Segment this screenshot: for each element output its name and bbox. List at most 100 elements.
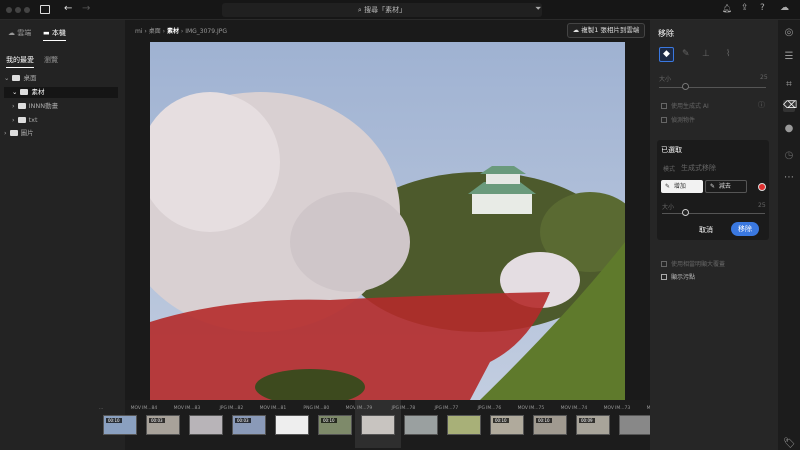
auto-icon[interactable]: ◎ (783, 27, 795, 39)
left-panel: ☁ 雲端 ▬ 本機 我的最愛 瀏覽 ⌄ 桌面 ⌄ 素材 › INNN動畫 › txt ›… (0, 20, 125, 450)
filmstrip-label: IM...82 MOV (228, 406, 270, 411)
video-duration: 00:03 (149, 418, 165, 423)
brush-icon: ✎ (710, 183, 717, 190)
heal-brush-icon[interactable]: ✎ (682, 49, 690, 59)
filmstrip-item[interactable]: IM...74 MOV 00:09 (570, 400, 616, 448)
filmstrip-item[interactable]: IM...82 MOV 00:03 (226, 400, 272, 448)
mode-value[interactable]: 生成式移除 (681, 163, 716, 173)
crumb-desktop[interactable]: 桌面 (149, 28, 161, 35)
generative-ai-checkbox[interactable]: 使用生成式 AI (661, 101, 709, 110)
tab-local[interactable]: ▬ 本機 (43, 28, 66, 41)
size-label: 大小 (659, 76, 672, 83)
thumbnail: 00:03 (232, 415, 266, 435)
remove-tool-icon[interactable]: ◆ (659, 47, 674, 62)
filter-icon[interactable]: ⏷ (535, 4, 541, 14)
thumbnail (404, 415, 438, 435)
mode-label: 模式 (663, 166, 676, 173)
checkbox (661, 261, 667, 267)
more-icon[interactable]: ⋯ (783, 172, 795, 184)
filmstrip-item[interactable]: IM...77 JPG (441, 400, 487, 448)
back-arrow-icon[interactable]: ← (64, 3, 72, 14)
tree-item-materials[interactable]: ⌄ 素材 (4, 87, 118, 98)
size-value: 25 (760, 74, 768, 81)
forward-arrow-icon[interactable]: → (82, 3, 90, 14)
filmstrip-item[interactable]: IM...76 MOV 00:10 (484, 400, 530, 448)
filmstrip-label: IM...79 JPG (357, 406, 399, 411)
thumbnail (189, 415, 223, 435)
detect-objects-checkbox[interactable]: 偵測物件 (661, 115, 695, 124)
filmstrip-label: IM...77 JPG (443, 406, 485, 411)
add-button[interactable]: ✎ 增加 (661, 180, 703, 193)
size-slider-handle[interactable] (682, 83, 689, 90)
edit-sliders-icon[interactable]: ☰ (783, 51, 795, 63)
filmstrip-item[interactable]: IM...75 MOV 00:10 (527, 400, 573, 448)
size-slider[interactable] (659, 87, 766, 88)
video-duration: 00:03 (235, 418, 251, 423)
bell-icon[interactable]: 🔔︎ (722, 4, 732, 13)
filmstrip-item[interactable]: IM...79 JPG (355, 400, 401, 448)
cancel-button[interactable]: 取消 (699, 225, 713, 235)
folder-icon (20, 89, 29, 95)
sidebar-toggle-icon[interactable] (40, 5, 50, 14)
filmstrip-label: ... MOV (99, 406, 141, 411)
tag-icon[interactable]: 🏷︎ (783, 438, 796, 450)
breadcrumb: mi › 桌面 › 素材 › IMG_3079.JPG (135, 28, 228, 35)
copy-to-cloud-button[interactable]: ☁ 複製1 張相片到雲端 (567, 23, 645, 38)
crumb-materials[interactable]: 素材 (167, 28, 179, 35)
crop-icon[interactable]: ⌗ (783, 79, 795, 91)
eraser-icon[interactable]: ⌫ (783, 100, 797, 112)
subtract-button[interactable]: ✎ 減去 (705, 180, 747, 193)
thumbnail: 00:10 (533, 415, 567, 435)
filmstrip-item[interactable]: IM...81 PNG (269, 400, 315, 448)
visualize-spots-icon[interactable]: ⌇ (726, 49, 730, 59)
filmstrip-label: IM...78 JPG (400, 406, 442, 411)
filmstrip-item[interactable]: IM...83 JPG (183, 400, 229, 448)
video-duration: 00:09 (579, 418, 595, 423)
tab-cloud[interactable]: ☁ 雲端 (8, 28, 31, 38)
tree-item-txt[interactable]: › txt (4, 115, 118, 126)
filmstrip-item[interactable]: IM...78 JPG (398, 400, 444, 448)
tool-strip: ◎ ☰ ⌗ ⌫ ● ◷ ⋯ 🏷︎ (778, 20, 800, 450)
brush-size-label: 大小 (662, 204, 675, 211)
crumb-user[interactable]: mi (135, 28, 143, 35)
filmstrip-label: IM...74 MOV (572, 406, 614, 411)
cloud-icon[interactable]: ☁ (780, 3, 789, 13)
brush-icon: ✎ (665, 183, 672, 190)
tree-item-desktop[interactable]: ⌄ 桌面 (4, 73, 118, 84)
history-icon[interactable]: ◷ (783, 150, 795, 162)
folder-icon: ▬ (43, 29, 50, 37)
thumbnail: 00:10 (318, 415, 352, 435)
brush-size-slider[interactable] (662, 213, 765, 214)
mask-color-swatch[interactable] (758, 183, 766, 191)
info-icon[interactable]: ⓘ (758, 100, 765, 110)
clone-stamp-icon[interactable]: ⊥ (702, 49, 710, 59)
tab-favorites[interactable]: 我的最愛 (6, 55, 34, 68)
masking-icon[interactable]: ● (783, 123, 795, 135)
close-window-button[interactable] (6, 7, 12, 13)
filmstrip-label: IM...84 MOV (142, 406, 184, 411)
tree-item-pictures[interactable]: › 圖片 (4, 128, 118, 139)
folder-icon (9, 130, 18, 136)
folder-icon (17, 117, 26, 123)
tab-browse[interactable]: 瀏覽 (44, 55, 58, 65)
share-icon[interactable]: ⇪ (741, 3, 749, 13)
photo-canvas[interactable] (150, 42, 625, 400)
minimize-window-button[interactable] (15, 7, 21, 13)
tree-item-innn[interactable]: › INNN動畫 (4, 101, 118, 112)
crumb-file: IMG_3079.JPG (185, 28, 228, 35)
filmstrip-item[interactable]: ... MOV 00:10 (97, 400, 143, 448)
thumbnail: 00:09 (576, 415, 610, 435)
filmstrip-label: IM...80 MOV (314, 406, 356, 411)
help-icon[interactable]: ? (760, 3, 765, 13)
filmstrip-label: IM...81 PNG (271, 406, 313, 411)
option-checkbox-3[interactable]: 使用相當明顯大覆蓋 (661, 259, 725, 268)
remove-button[interactable]: 移除 (731, 222, 759, 236)
search-input[interactable]: ⌕ 搜尋「素材」 (222, 3, 542, 17)
panel-title: 移除 (658, 29, 674, 38)
filmstrip-item[interactable]: IM...80 MOV 00:10 (312, 400, 358, 448)
brush-size-slider-handle[interactable] (682, 209, 689, 216)
show-spots-checkbox[interactable]: 顯示污點 (661, 272, 695, 281)
brush-size-value: 25 (758, 202, 766, 209)
filmstrip-item[interactable]: IM...84 MOV 00:03 (140, 400, 186, 448)
zoom-window-button[interactable] (24, 7, 30, 13)
